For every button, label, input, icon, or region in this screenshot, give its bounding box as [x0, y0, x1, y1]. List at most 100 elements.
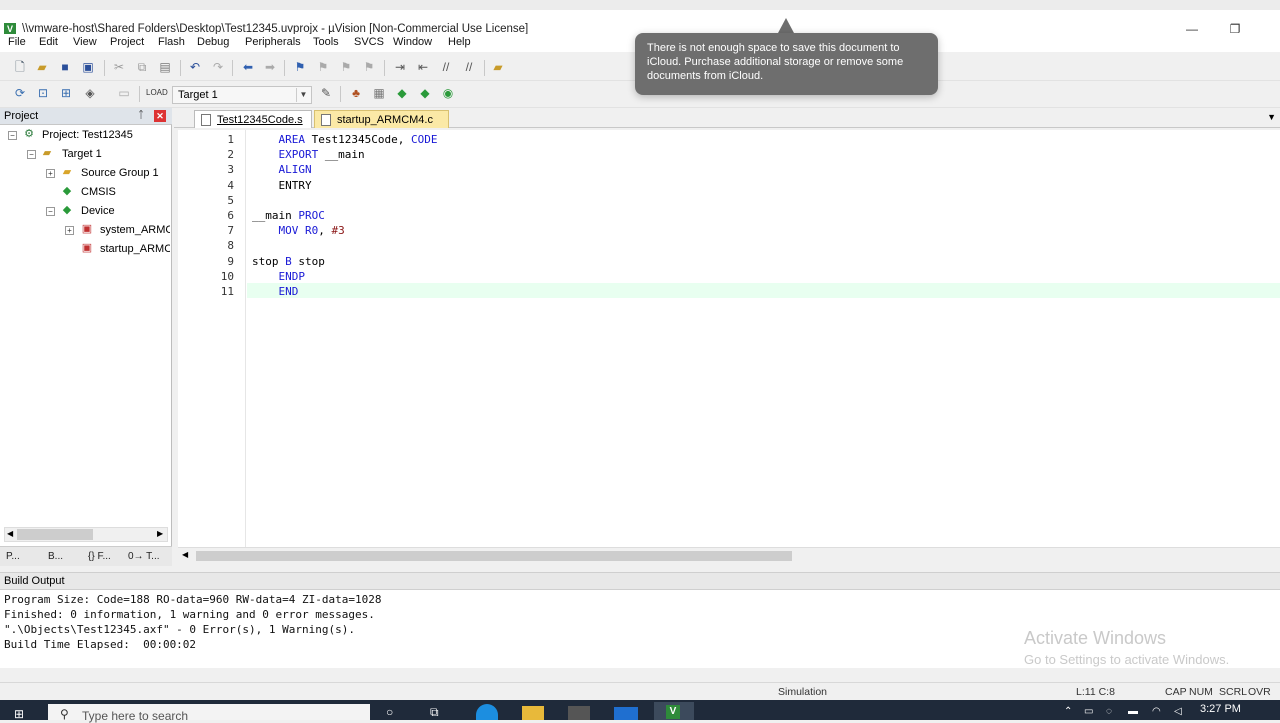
collapse-icon[interactable]: − — [46, 207, 55, 216]
tree-item-target[interactable]: − ▰ Target 1 — [0, 146, 170, 164]
menu-peripherals[interactable]: Peripherals — [245, 36, 301, 48]
target-options-icon[interactable]: ✎ — [318, 85, 334, 101]
windows-start-icon[interactable]: ⊞ — [14, 708, 28, 720]
prev-bookmark-icon[interactable]: ⚑ — [315, 59, 331, 75]
project-hscrollbar[interactable]: ◀ ▶ — [4, 527, 168, 542]
mail-icon[interactable] — [614, 707, 638, 720]
rebuild-icon[interactable]: ⊞ — [58, 85, 74, 101]
tree-item-source-group[interactable]: + ▰ Source Group 1 — [0, 165, 170, 183]
pack-installer-icon[interactable]: ◆ — [417, 85, 433, 101]
collapse-icon[interactable]: − — [8, 131, 17, 140]
menu-project[interactable]: Project — [110, 36, 144, 48]
code-text: stop — [252, 254, 286, 268]
redo-icon[interactable]: ↷ — [210, 59, 226, 75]
paste-icon[interactable]: ▤ — [157, 59, 173, 75]
tree-item-cmsis[interactable]: ◆ CMSIS — [0, 184, 170, 202]
batch-build-icon[interactable]: ◈ — [82, 85, 98, 101]
next-bookmark-icon[interactable]: ⚑ — [338, 59, 354, 75]
chevron-down-icon[interactable]: ▼ — [296, 88, 310, 102]
save-icon[interactable]: ■ — [57, 59, 73, 75]
sync-icon[interactable]: ◌ — [1106, 706, 1112, 717]
tree-item-project[interactable]: − ⚙ Project: Test12345 — [0, 127, 170, 145]
copy-icon[interactable]: ⧉ — [134, 59, 150, 75]
code-editor[interactable]: 1 2 3 4 5 6 7 8 9 10 11 AREA Test12345Code, CODE E… — [178, 130, 1280, 548]
build-output-line: Build Time Elapsed: 00:00:02 — [4, 638, 197, 651]
tab-startup-armcm4[interactable]: startup_ARMCM4.c — [314, 110, 449, 128]
taskbar-clock[interactable]: 3:27 PM — [1200, 703, 1241, 715]
menu-view[interactable]: View — [73, 36, 97, 48]
tab-books[interactable]: B... — [48, 549, 63, 565]
cut-icon[interactable]: ✂ — [111, 59, 127, 75]
stop-build-icon[interactable]: ▭ — [116, 85, 132, 101]
battery-icon[interactable]: ▬ — [1128, 706, 1138, 717]
load-icon[interactable]: LOAD — [146, 85, 168, 101]
panel-tabs: P... B... {} F... 0→ T... — [0, 546, 172, 566]
code-line: stop B stop — [252, 255, 325, 268]
save-all-icon[interactable]: ▣ — [80, 59, 96, 75]
menu-edit[interactable]: Edit — [39, 36, 58, 48]
collapse-icon[interactable]: − — [27, 150, 36, 159]
nav-back-icon[interactable]: ⬅ — [240, 59, 256, 75]
undo-icon[interactable]: ↶ — [187, 59, 203, 75]
line-number: 3 — [227, 163, 234, 177]
menu-window[interactable]: Window — [393, 36, 432, 48]
icloud-storage-notification[interactable]: There is not enough space to save this d… — [635, 33, 938, 95]
expand-icon[interactable]: + — [46, 169, 55, 178]
target-select[interactable]: Target 1 ▼ — [172, 86, 312, 104]
gem-icon: ◆ — [62, 204, 72, 216]
volume-icon[interactable]: ◁ — [1174, 706, 1182, 717]
tab-test12345code[interactable]: Test12345Code.s — [194, 110, 312, 128]
scroll-left-icon[interactable]: ◀ — [182, 550, 188, 559]
tree-item-system-file[interactable]: + ▣ system_ARMC — [0, 222, 170, 240]
expand-icon[interactable]: + — [65, 226, 74, 235]
new-file-icon[interactable]: 🗋 — [12, 59, 28, 75]
clear-bookmarks-icon[interactable]: ⚑ — [361, 59, 377, 75]
manage-components-icon[interactable]: ♣ — [348, 85, 364, 101]
tab-list-chevron-icon[interactable]: ▼ — [1267, 112, 1276, 122]
build-icon[interactable]: ⊡ — [35, 85, 51, 101]
tree-item-device[interactable]: − ◆ Device — [0, 203, 170, 221]
find-in-files-icon[interactable]: ▰ — [490, 59, 506, 75]
file-extensions-icon[interactable]: ▦ — [371, 85, 387, 101]
menu-flash[interactable]: Flash — [158, 36, 185, 48]
scroll-left-icon[interactable]: ◀ — [7, 529, 13, 538]
tab-functions[interactable]: {} F... — [88, 549, 111, 565]
editor-hscrollbar[interactable]: ◀ — [178, 547, 1280, 563]
cortana-icon[interactable]: ○ — [386, 705, 393, 719]
select-packs-icon[interactable]: ◉ — [440, 85, 456, 101]
edge-icon[interactable] — [476, 704, 498, 720]
code-keyword: B — [285, 254, 292, 268]
menu-debug[interactable]: Debug — [197, 36, 229, 48]
tree-item-startup-file[interactable]: ▣ startup_ARMC — [0, 241, 170, 259]
menu-tools[interactable]: Tools — [313, 36, 339, 48]
file-explorer-icon[interactable] — [522, 706, 544, 720]
unindent-icon[interactable]: ⇤ — [415, 59, 431, 75]
tab-project[interactable]: P... — [6, 549, 20, 565]
menu-svcs[interactable]: SVCS — [354, 36, 384, 48]
pin-icon[interactable]: ᛏ — [138, 110, 144, 121]
bookmark-icon[interactable]: ⚑ — [292, 59, 308, 75]
open-folder-icon[interactable]: ▰ — [34, 59, 50, 75]
store-icon[interactable] — [568, 706, 590, 720]
notification-pointer — [778, 18, 794, 33]
tray-chevron-icon[interactable]: ⌃ — [1064, 706, 1072, 717]
scroll-right-icon[interactable]: ▶ — [157, 529, 163, 538]
nav-forward-icon[interactable]: ➡ — [262, 59, 278, 75]
build-output-line: Finished: 0 information, 1 warning and 0… — [4, 608, 375, 621]
comment-icon[interactable]: // — [438, 59, 454, 75]
scroll-thumb[interactable] — [196, 551, 792, 561]
manage-run-time-icon[interactable]: ◆ — [394, 85, 410, 101]
uncomment-icon[interactable]: // — [461, 59, 477, 75]
menu-help[interactable]: Help — [448, 36, 471, 48]
network-icon[interactable]: ▭ — [1084, 706, 1093, 717]
tree-item-label: startup_ARMC — [100, 243, 170, 255]
wifi-icon[interactable]: ◠ — [1152, 706, 1161, 717]
close-icon[interactable]: ✕ — [154, 110, 166, 122]
taskbar-search-box[interactable]: ⚲ Type here to search — [48, 704, 370, 723]
scroll-thumb[interactable] — [17, 529, 93, 540]
indent-icon[interactable]: ⇥ — [392, 59, 408, 75]
tab-templates[interactable]: 0→ T... — [128, 549, 160, 565]
menu-file[interactable]: File — [8, 36, 26, 48]
task-view-icon[interactable]: ⧉ — [430, 705, 439, 720]
translate-icon[interactable]: ⟳ — [12, 85, 28, 101]
